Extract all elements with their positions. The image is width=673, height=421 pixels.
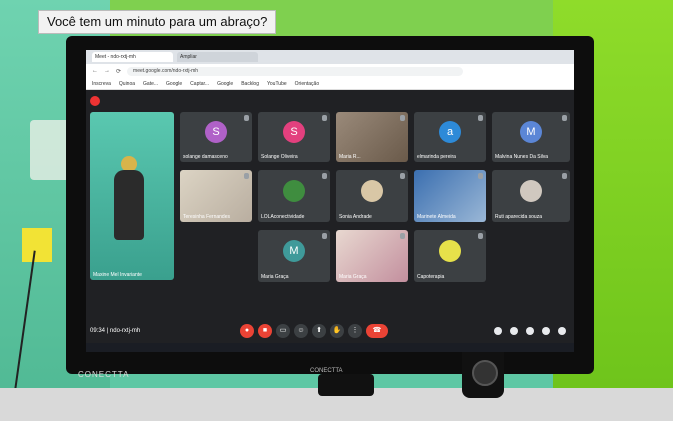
participant-name: Ruti aparecida souza bbox=[495, 214, 542, 220]
address-bar[interactable]: meet.google.com/ndo-rxtj-mh bbox=[127, 66, 464, 76]
avatar: S bbox=[205, 121, 227, 143]
mic-off-icon bbox=[400, 233, 405, 239]
bookmark-item[interactable]: Google bbox=[217, 81, 233, 87]
avatar: M bbox=[520, 121, 542, 143]
participant-name: Solange Oliveira bbox=[261, 154, 298, 160]
monitor-screen: Meet - ndo-rxtj-mh Ampliar ← → ⟳ meet.go… bbox=[86, 50, 574, 352]
participant-tile[interactable]: Marinete Almeida bbox=[414, 170, 486, 222]
participant-name: Capoterapia bbox=[417, 274, 445, 280]
participant-name: Maria R... bbox=[339, 154, 361, 160]
bookmarks-bar: Inscreva Quinoa Gate... Google Captar...… bbox=[86, 78, 574, 90]
participant-tile[interactable]: M Malvina Nunes Da Silva bbox=[492, 112, 570, 162]
participant-name: elmarinda pereira bbox=[417, 154, 456, 160]
person-figure bbox=[114, 170, 144, 240]
mic-off-icon bbox=[400, 115, 405, 121]
avatar: M bbox=[283, 239, 305, 262]
participant-tile[interactable]: Sonia Andrade bbox=[336, 170, 408, 222]
present-button[interactable]: ⬆ bbox=[312, 324, 326, 338]
browser-toolbar: ← → ⟳ meet.google.com/ndo-rxtj-mh bbox=[86, 64, 574, 78]
participant-name: Marinete Almeida bbox=[417, 214, 456, 220]
main-video-caption: Maxine Mel Invariante bbox=[93, 272, 142, 278]
reload-icon[interactable]: ⟳ bbox=[116, 68, 121, 75]
participant-tile[interactable]: a elmarinda pereira bbox=[414, 112, 486, 162]
meeting-id: 09:34 | ndo-rxtj-mh bbox=[90, 328, 141, 334]
recording-icon bbox=[90, 96, 100, 106]
meet-side-icons bbox=[494, 327, 566, 335]
participant-tile[interactable]: LOLAconectividade bbox=[258, 170, 330, 222]
avatar-logo bbox=[283, 179, 305, 202]
webcam bbox=[318, 374, 374, 396]
wall-shelf bbox=[30, 120, 70, 180]
monitor-brand: CONECTTA bbox=[78, 370, 130, 379]
camera-toggle-button[interactable]: ■ bbox=[258, 324, 272, 338]
avatar-photo bbox=[520, 179, 542, 202]
bookmark-item[interactable]: Orientação bbox=[295, 81, 319, 87]
participant-tile[interactable]: Maria R... bbox=[336, 112, 408, 162]
mic-off-icon bbox=[562, 115, 567, 121]
participant-name: Maria Graça bbox=[261, 274, 289, 280]
back-icon[interactable]: ← bbox=[92, 68, 98, 74]
participant-tile[interactable]: Teresinha Fernandes bbox=[180, 170, 252, 222]
reactions-button[interactable]: ☺ bbox=[294, 324, 308, 338]
mic-off-icon bbox=[244, 173, 249, 179]
main-video-tile[interactable]: Maxine Mel Invariante bbox=[90, 112, 174, 280]
avatar: S bbox=[283, 121, 305, 143]
bookmark-item[interactable]: Backlog bbox=[241, 81, 259, 87]
people-icon[interactable] bbox=[510, 327, 518, 335]
mic-toggle-button[interactable]: ● bbox=[240, 324, 254, 338]
bookmark-item[interactable]: Captar... bbox=[190, 81, 209, 87]
forward-icon[interactable]: → bbox=[104, 68, 110, 74]
browser-tab-strip: Meet - ndo-rxtj-mh Ampliar bbox=[86, 50, 574, 64]
mic-off-icon bbox=[478, 173, 483, 179]
bookmark-item[interactable]: Quinoa bbox=[119, 81, 135, 87]
participant-name: Teresinha Fernandes bbox=[183, 214, 230, 220]
avatar-logo bbox=[439, 239, 461, 262]
meet-stage: Maxine Mel Invariante S solange damascen… bbox=[86, 90, 574, 352]
browser-tab-2[interactable]: Ampliar bbox=[177, 52, 258, 62]
mic-off-icon bbox=[478, 115, 483, 121]
mic-off-icon bbox=[562, 173, 567, 179]
activities-icon[interactable] bbox=[542, 327, 550, 335]
leave-call-button[interactable]: ☎ bbox=[366, 324, 388, 338]
avatar-photo bbox=[361, 179, 383, 202]
participant-tile[interactable]: S solange damasceno bbox=[180, 112, 252, 162]
participant-tile[interactable]: S Solange Oliveira bbox=[258, 112, 330, 162]
chat-icon[interactable] bbox=[526, 327, 534, 335]
participant-tile[interactable]: Maria Graça bbox=[336, 230, 408, 282]
mic-off-icon bbox=[322, 233, 327, 239]
participant-tile[interactable]: Capoterapia bbox=[414, 230, 486, 282]
more-options-button[interactable]: ⋮ bbox=[348, 324, 362, 338]
wall-sign: Você tem um minuto para um abraço? bbox=[38, 10, 277, 34]
participant-name: Sonia Andrade bbox=[339, 214, 372, 220]
participant-name: solange damasceno bbox=[183, 154, 228, 160]
raise-hand-button[interactable]: ✋ bbox=[330, 324, 344, 338]
lock-icon[interactable] bbox=[558, 327, 566, 335]
bookmark-item[interactable]: Inscreva bbox=[92, 81, 111, 87]
mic-off-icon bbox=[400, 173, 405, 179]
speaker-cone bbox=[472, 360, 498, 386]
participant-name: LOLAconectividade bbox=[261, 214, 305, 220]
yellow-note bbox=[22, 228, 52, 262]
bookmark-item[interactable]: YouTube bbox=[267, 81, 287, 87]
participant-tile[interactable]: Ruti aparecida souza bbox=[492, 170, 570, 222]
bookmark-item[interactable]: Gate... bbox=[143, 81, 158, 87]
mic-off-icon bbox=[478, 233, 483, 239]
meet-control-bar: 09:34 | ndo-rxtj-mh ● ■ ▭ ☺ ⬆ ✋ ⋮ ☎ bbox=[86, 319, 574, 343]
participant-tile[interactable]: M Maria Graça bbox=[258, 230, 330, 282]
bookmark-item[interactable]: Google bbox=[166, 81, 182, 87]
avatar: a bbox=[439, 121, 461, 143]
mic-off-icon bbox=[322, 115, 327, 121]
captions-button[interactable]: ▭ bbox=[276, 324, 290, 338]
participant-name: Malvina Nunes Da Silva bbox=[495, 154, 549, 160]
os-taskbar bbox=[86, 343, 574, 352]
mic-off-icon bbox=[244, 115, 249, 121]
info-icon[interactable] bbox=[494, 327, 502, 335]
browser-tab-meet[interactable]: Meet - ndo-rxtj-mh bbox=[92, 52, 173, 62]
participant-name: Maria Graça bbox=[339, 274, 367, 280]
mic-off-icon bbox=[322, 173, 327, 179]
